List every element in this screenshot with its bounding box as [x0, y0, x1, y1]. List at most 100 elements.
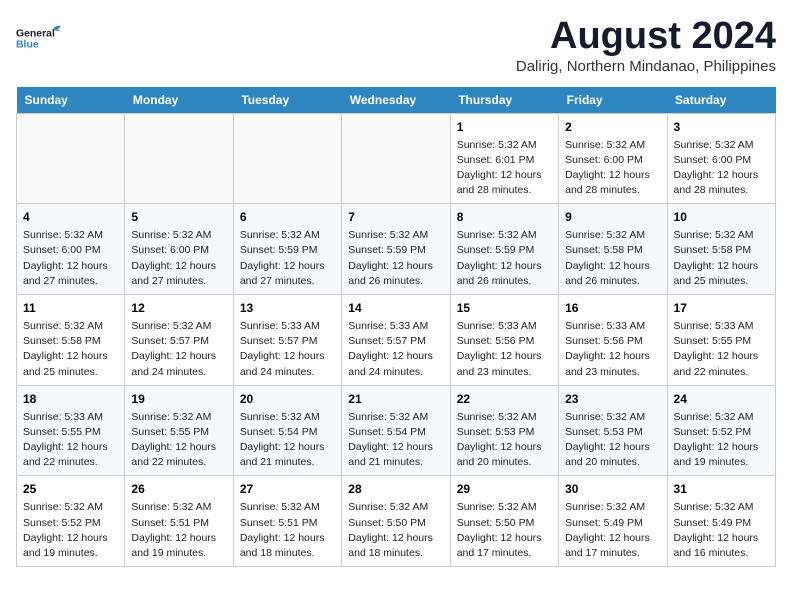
calendar-cell: 6Sunrise: 5:32 AM Sunset: 5:59 PM Daylig…: [233, 204, 341, 295]
day-number: 14: [348, 300, 443, 317]
col-friday: Friday: [559, 87, 667, 114]
calendar-cell: 1 Sunrise: 5:32 AM Sunset: 6:01 PM Daylig…: [450, 113, 558, 204]
location-label: Dalirig, Northern Mindanao, Philippines: [516, 58, 776, 75]
day-info: Sunrise: 5:33 AM Sunset: 5:56 PM Dayligh…: [457, 319, 552, 380]
week-row-3: 11 Sunrise: 5:32 AM Sunset: 5:58 PM Dayli…: [17, 295, 776, 386]
col-wednesday: Wednesday: [342, 87, 450, 114]
month-year-title: August 2024: [516, 16, 776, 58]
day-number: 25: [23, 481, 118, 498]
day-info: Sunrise: 5:32 AM Sunset: 5:57 PM Dayligh…: [131, 319, 226, 380]
day-number: 20: [240, 391, 335, 408]
week-row-5: 25 Sunrise: 5:32 AM Sunset: 5:52 PM Dayli…: [17, 476, 776, 567]
day-number: 24: [674, 391, 769, 408]
day-info: Sunrise: 5:32 AM Sunset: 5:58 PM Dayligh…: [674, 228, 769, 289]
day-info: Sunrise: 5:32 AM Sunset: 5:58 PM Dayligh…: [565, 228, 660, 289]
logo-icon: General Blue: [16, 16, 60, 60]
header-row: Sunday Monday Tuesday Wednesday Thursday…: [17, 87, 776, 114]
calendar-cell: 4 Sunrise: 5:32 AM Sunset: 6:00 PM Daylig…: [17, 204, 125, 295]
day-info: Sunrise: 5:32 AM Sunset: 6:00 PM Dayligh…: [23, 228, 118, 289]
day-info: Sunrise: 5:32 AM Sunset: 5:52 PM Dayligh…: [23, 500, 118, 561]
day-info: Sunrise: 5:32 AM Sunset: 5:54 PM Dayligh…: [348, 410, 443, 471]
calendar-cell: [233, 113, 341, 204]
day-info: Sunrise: 5:32 AM Sunset: 5:51 PM Dayligh…: [240, 500, 335, 561]
svg-text:Blue: Blue: [16, 39, 39, 50]
calendar-cell: 25 Sunrise: 5:32 AM Sunset: 5:52 PM Dayli…: [17, 476, 125, 567]
day-info: Sunrise: 5:32 AM Sunset: 5:51 PM Dayligh…: [131, 500, 226, 561]
day-info: Sunrise: 5:32 AM Sunset: 5:50 PM Dayligh…: [348, 500, 443, 561]
day-info: Sunrise: 5:32 AM Sunset: 6:01 PM Dayligh…: [457, 138, 552, 199]
day-number: 12: [131, 300, 226, 317]
calendar-cell: 22 Sunrise: 5:32 AM Sunset: 5:53 PM Dayli…: [450, 385, 558, 476]
col-tuesday: Tuesday: [233, 87, 341, 114]
svg-text:General: General: [16, 28, 55, 39]
day-info: Sunrise: 5:32 AM Sunset: 5:53 PM Dayligh…: [457, 410, 552, 471]
calendar-cell: 7 Sunrise: 5:32 AM Sunset: 5:59 PM Daylig…: [342, 204, 450, 295]
logo: General Blue: [16, 16, 60, 60]
day-number: 6: [240, 209, 335, 226]
day-info: Sunrise: 5:32 AM Sunset: 5:58 PM Dayligh…: [23, 319, 118, 380]
day-number: 16: [565, 300, 660, 317]
day-info: Sunrise: 5:32 AM Sunset: 5:59 PM Dayligh…: [348, 228, 443, 289]
calendar-cell: [17, 113, 125, 204]
day-number: 19: [131, 391, 226, 408]
calendar-cell: 17 Sunrise: 5:33 AM Sunset: 5:55 PM Dayli…: [667, 295, 775, 386]
calendar-cell: 24 Sunrise: 5:32 AM Sunset: 5:52 PM Dayli…: [667, 385, 775, 476]
calendar-cell: 16Sunrise: 5:33 AM Sunset: 5:56 PM Dayli…: [559, 295, 667, 386]
day-number: 2: [565, 119, 660, 136]
day-info: Sunrise: 5:32 AM Sunset: 5:49 PM Dayligh…: [565, 500, 660, 561]
day-number: 3: [674, 119, 769, 136]
day-number: 9: [565, 209, 660, 226]
day-number: 27: [240, 481, 335, 498]
day-number: 28: [348, 481, 443, 498]
day-info: Sunrise: 5:32 AM Sunset: 6:00 PM Dayligh…: [674, 138, 769, 199]
day-number: 11: [23, 300, 118, 317]
day-number: 17: [674, 300, 769, 317]
calendar-cell: 15 Sunrise: 5:33 AM Sunset: 5:56 PM Dayli…: [450, 295, 558, 386]
day-number: 30: [565, 481, 660, 498]
calendar-cell: 18Sunrise: 5:33 AM Sunset: 5:55 PM Dayli…: [17, 385, 125, 476]
calendar-cell: 19 Sunrise: 5:32 AM Sunset: 5:55 PM Dayli…: [125, 385, 233, 476]
day-number: 5: [131, 209, 226, 226]
day-info: Sunrise: 5:32 AM Sunset: 5:52 PM Dayligh…: [674, 410, 769, 471]
day-info: Sunrise: 5:33 AM Sunset: 5:57 PM Dayligh…: [348, 319, 443, 380]
calendar-cell: 11 Sunrise: 5:32 AM Sunset: 5:58 PM Dayli…: [17, 295, 125, 386]
title-area: August 2024 Dalirig, Northern Mindanao, …: [516, 16, 776, 75]
day-number: 22: [457, 391, 552, 408]
day-number: 4: [23, 209, 118, 226]
calendar-cell: 27 Sunrise: 5:32 AM Sunset: 5:51 PM Dayli…: [233, 476, 341, 567]
day-number: 13: [240, 300, 335, 317]
day-number: 18: [23, 391, 118, 408]
calendar-cell: 9 Sunrise: 5:32 AM Sunset: 5:58 PM Daylig…: [559, 204, 667, 295]
day-info: Sunrise: 5:33 AM Sunset: 5:57 PM Dayligh…: [240, 319, 335, 380]
col-thursday: Thursday: [450, 87, 558, 114]
day-info: Sunrise: 5:32 AM Sunset: 5:54 PM Dayligh…: [240, 410, 335, 471]
calendar-cell: 3 Sunrise: 5:32 AM Sunset: 6:00 PM Daylig…: [667, 113, 775, 204]
day-number: 1: [457, 119, 552, 136]
calendar-cell: 21 Sunrise: 5:32 AM Sunset: 5:54 PM Dayli…: [342, 385, 450, 476]
calendar-table: Sunday Monday Tuesday Wednesday Thursday…: [16, 87, 776, 567]
calendar-body: 1 Sunrise: 5:32 AM Sunset: 6:01 PM Daylig…: [17, 113, 776, 566]
day-number: 7: [348, 209, 443, 226]
day-info: Sunrise: 5:32 AM Sunset: 5:49 PM Dayligh…: [674, 500, 769, 561]
calendar-cell: 23Sunrise: 5:32 AM Sunset: 5:53 PM Dayli…: [559, 385, 667, 476]
day-number: 31: [674, 481, 769, 498]
calendar-cell: 20 Sunrise: 5:32 AM Sunset: 5:54 PM Dayli…: [233, 385, 341, 476]
day-info: Sunrise: 5:32 AM Sunset: 5:55 PM Dayligh…: [131, 410, 226, 471]
calendar-cell: 31 Sunrise: 5:32 AM Sunset: 5:49 PM Dayli…: [667, 476, 775, 567]
day-number: 26: [131, 481, 226, 498]
day-number: 10: [674, 209, 769, 226]
week-row-1: 1 Sunrise: 5:32 AM Sunset: 6:01 PM Daylig…: [17, 113, 776, 204]
week-row-2: 4 Sunrise: 5:32 AM Sunset: 6:00 PM Daylig…: [17, 204, 776, 295]
calendar-cell: 29Sunrise: 5:32 AM Sunset: 5:50 PM Dayli…: [450, 476, 558, 567]
day-number: 21: [348, 391, 443, 408]
calendar-cell: 10 Sunrise: 5:32 AM Sunset: 5:58 PM Dayli…: [667, 204, 775, 295]
day-info: Sunrise: 5:33 AM Sunset: 5:55 PM Dayligh…: [674, 319, 769, 380]
calendar-cell: 30 Sunrise: 5:32 AM Sunset: 5:49 PM Dayli…: [559, 476, 667, 567]
col-monday: Monday: [125, 87, 233, 114]
day-number: 29: [457, 481, 552, 498]
calendar-cell: [342, 113, 450, 204]
day-number: 8: [457, 209, 552, 226]
day-number: 23: [565, 391, 660, 408]
day-number: 15: [457, 300, 552, 317]
calendar-cell: 13 Sunrise: 5:33 AM Sunset: 5:57 PM Dayli…: [233, 295, 341, 386]
